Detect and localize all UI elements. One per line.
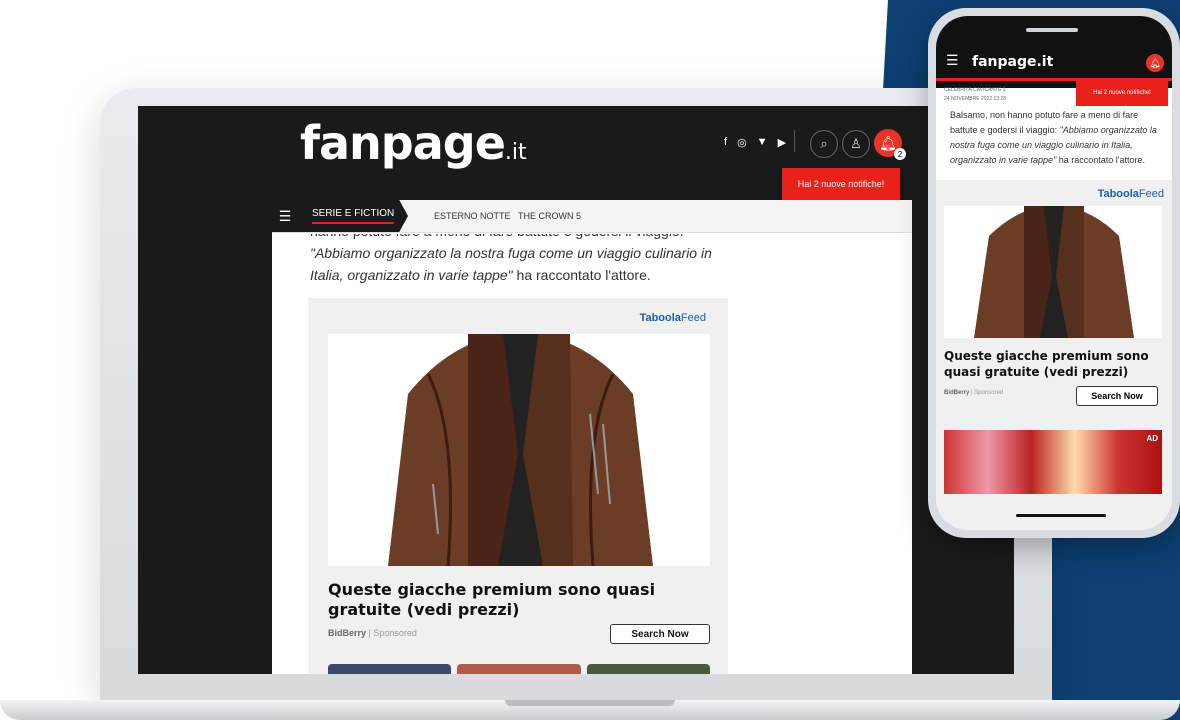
ad-label: AD — [1146, 434, 1158, 443]
nav-link-the-crown-5[interactable]: THE CROWN 5 — [518, 211, 581, 221]
article-tail: ha raccontato l'attore. — [512, 267, 651, 283]
mobile-ad-source: BidBerry | Sponsored — [944, 390, 1004, 396]
logo-tld: .it — [504, 140, 527, 165]
instagram-icon[interactable]: ◎ — [737, 136, 747, 149]
ad-thumbnail[interactable] — [328, 664, 452, 674]
site-logo[interactable]: fanpage.it — [300, 116, 527, 170]
article-paragraph: "Abbiamo organizzato la nostra fuga come… — [310, 242, 740, 286]
mobile-ad-image[interactable]: AD — [944, 430, 1162, 494]
header-divider — [794, 130, 795, 152]
ad-image-jacket[interactable] — [328, 334, 710, 566]
phone-frame: ☰ fanpage.it 🔔︎ Hai 2 nuove notifiche! C… — [928, 8, 1180, 538]
mobile-taboola-logo[interactable]: TaboolaFeed — [1098, 188, 1164, 200]
tab-serie-e-fiction[interactable]: SERIE E FICTION — [298, 200, 408, 232]
mobile-taboola-feed: TaboolaFeed Queste giacche premium sono … — [936, 180, 1172, 530]
logo-name: fanpage — [300, 116, 506, 170]
mobile-article-body: Balsamo, non hanno potuto fare a meno di… — [950, 110, 1157, 165]
ad-title[interactable]: Queste giacche premium sono quasi gratui… — [328, 580, 708, 620]
more-ads-row — [328, 664, 710, 674]
mobile-bell-icon[interactable]: 🔔︎ — [1146, 54, 1164, 72]
taboola-feed: TaboolaFeed Queste giacche premium sono … — [308, 298, 728, 674]
article-body: hanno potuto fare a meno di fare battute… — [310, 234, 740, 286]
youtube-icon[interactable]: ▶ — [778, 136, 786, 149]
search-now-button[interactable]: Search Now — [610, 624, 710, 644]
search-icon[interactable]: ⌕ — [810, 130, 838, 158]
article-quote: "Abbiamo organizzato la nostra fuga come… — [310, 245, 712, 283]
notification-popup[interactable]: Hai 2 nuove notifiche! — [782, 168, 900, 200]
mobile-menu-icon[interactable]: ☰ — [946, 52, 959, 69]
laptop-screen: fanpage.it f ◎ ▼ ▶ ⌕ ♙ 🔔︎ 2 Hai 2 nuove … — [138, 106, 1014, 674]
phone-notch — [1026, 28, 1078, 32]
mobile-logo[interactable]: fanpage.it — [972, 54, 1053, 70]
notification-badge: 2 — [894, 148, 906, 160]
ad-thumbnail[interactable] — [457, 664, 581, 674]
mobile-search-now-button[interactable]: Search Now — [1076, 386, 1158, 406]
section-label: SERIE E FICTION — [312, 208, 395, 224]
laptop-notch — [505, 700, 675, 706]
nav-link-esterno-notte[interactable]: ESTERNO NOTTE — [434, 211, 511, 221]
home-indicator[interactable] — [1016, 514, 1106, 517]
section-navbar: ☰ SERIE E FICTION ESTERNO NOTTE THE CROW… — [272, 200, 912, 233]
article-cut-line: hanno potuto fare a meno di fare battute… — [310, 234, 740, 242]
mobile-ad-image-jacket[interactable] — [944, 206, 1162, 338]
mobile-date-line: 24 NOVEMBRE 2022 13:28 — [944, 96, 1006, 102]
mobile-article-meta: CELEBRITÀ CAVICANTE 3 24 NOVEMBRE 2022 1… — [944, 86, 1006, 104]
twitter-icon[interactable]: ▼ — [757, 136, 768, 149]
user-icon[interactable]: ♙ — [842, 130, 870, 158]
taboola-logo[interactable]: TaboolaFeed — [640, 312, 706, 324]
mobile-category: CELEBRITÀ CAVICANTE 3 — [944, 87, 1006, 93]
facebook-icon[interactable]: f — [724, 136, 727, 149]
mobile-notification-popup[interactable]: Hai 2 nuove notifiche! — [1076, 80, 1168, 106]
menu-icon[interactable]: ☰ — [272, 200, 298, 232]
mobile-ad-title[interactable]: Queste giacche premium sono quasi gratui… — [944, 348, 1154, 380]
phone-screen: ☰ fanpage.it 🔔︎ Hai 2 nuove notifiche! C… — [936, 16, 1172, 530]
social-links: f ◎ ▼ ▶ — [724, 136, 786, 149]
ad-source: BidBerry | Sponsored — [328, 628, 417, 638]
ad-thumbnail[interactable] — [586, 664, 710, 674]
